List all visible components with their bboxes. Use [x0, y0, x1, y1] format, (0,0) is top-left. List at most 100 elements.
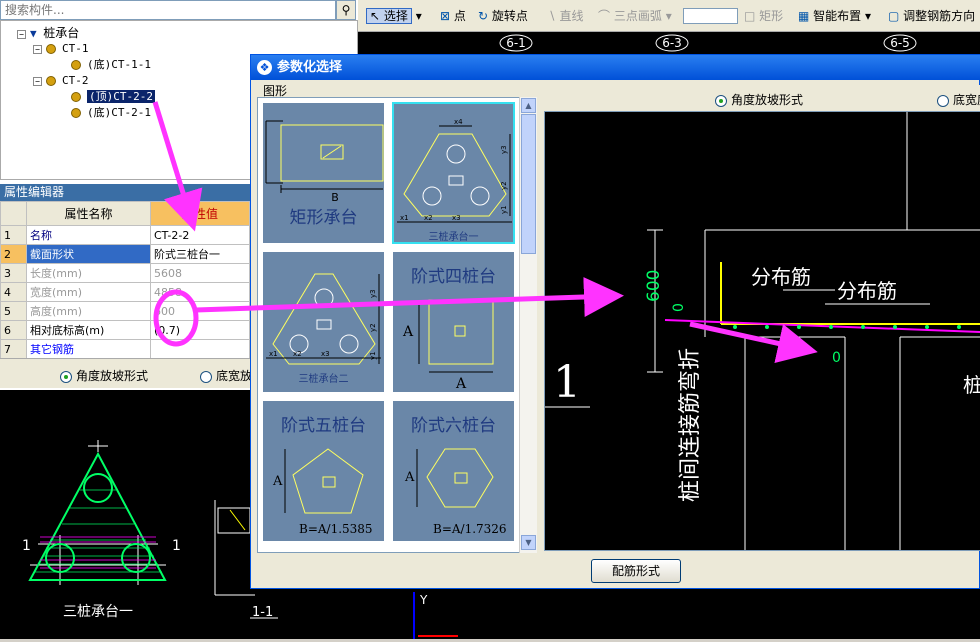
- option-angle-slope[interactable]: 角度放坡形式: [715, 91, 803, 108]
- table-row[interactable]: 2 截面形状 阶式三桩台一: [0, 244, 250, 264]
- arc-button[interactable]: ⌒ 三点画弧 ▾: [598, 7, 672, 25]
- ratio-formula: B=A/1.7326: [433, 522, 507, 536]
- property-value[interactable]: 5608: [150, 263, 250, 283]
- property-table: 属性名称 属性值 1 名称 CT-2-2 2 截面形状 阶式三桩台一 3 长度(mm) 56…: [0, 201, 250, 359]
- rotate-point-button[interactable]: ↻ 旋转点: [478, 7, 528, 25]
- drawing-toolbar: ↖ 选择 ▾ ⊠ 点 ↻ 旋转点 ∖ 直线 ⌒ 三点画弧 ▾ □ 矩形 ▦ 智能…: [358, 0, 980, 32]
- row-number-header: [0, 201, 27, 226]
- dim-y3: y3: [369, 289, 377, 298]
- three-pile-sketch-1: x4 x1 x2 x3 y1 y2 y3: [397, 118, 512, 223]
- tree-root[interactable]: − ▼ 桩承台: [17, 25, 79, 41]
- component-icon: [71, 60, 81, 70]
- search-input[interactable]: 搜索构件...: [0, 0, 336, 20]
- property-name: 相对底标高(m): [26, 320, 151, 340]
- component-icon: [46, 76, 56, 86]
- shape-card-three-pile-2[interactable]: x1 x2 x3 y1 y2 y3 三桩承台二: [262, 251, 385, 393]
- property-value[interactable]: CT-2-2: [150, 225, 250, 245]
- dim-a-side: A: [402, 324, 414, 340]
- option-bottom-width[interactable]: 底宽度: [937, 91, 980, 108]
- row-number: 4: [0, 282, 27, 302]
- table-row[interactable]: 5 高度(mm) 600: [0, 301, 250, 321]
- shape-card-step-four[interactable]: 阶式四桩台 A A: [392, 251, 515, 393]
- property-name: 高度(mm): [26, 301, 151, 321]
- property-value[interactable]: 4858: [150, 282, 250, 302]
- search-icon[interactable]: ⚲: [336, 0, 356, 20]
- dialog-title[interactable]: 参数化选择: [251, 55, 980, 80]
- scroll-thumb[interactable]: [521, 114, 536, 254]
- component-icon: [71, 108, 81, 118]
- tree-node-ct2[interactable]: − CT-2: [33, 73, 89, 89]
- shape-card-title: 三桩承台二: [298, 374, 349, 385]
- property-value[interactable]: 阶式三桩台一: [150, 244, 250, 264]
- axis-label-6-5: 6-5: [890, 36, 910, 50]
- collapse-icon[interactable]: −: [33, 76, 42, 86]
- adjust-rebar-button[interactable]: ▢ 调整钢筋方向: [888, 7, 975, 25]
- point-button[interactable]: ⊠ 点: [440, 7, 466, 25]
- table-row[interactable]: 6 相对底标高(m) (0.7): [0, 320, 250, 340]
- collapse-icon[interactable]: −: [33, 44, 42, 54]
- radio-icon: [937, 94, 949, 107]
- property-value[interactable]: (0.7): [150, 320, 250, 340]
- svg-text:Y: Y: [419, 593, 428, 607]
- adjust-label: 调整钢筋方向: [903, 9, 976, 23]
- tree-node-label: (底)CT-2-1: [87, 106, 151, 119]
- smart-layout-button[interactable]: ▦ 智能布置 ▾: [798, 7, 871, 25]
- dim-y1: y1: [369, 351, 377, 360]
- style-combo[interactable]: [683, 8, 738, 24]
- shape-card-step-five[interactable]: 阶式五桩台 A B=A/1.5385: [262, 400, 385, 542]
- line-button[interactable]: ∖ 直线: [548, 7, 583, 25]
- dim-x2: x2: [293, 350, 302, 358]
- table-row[interactable]: 4 宽度(mm) 4858: [0, 282, 250, 302]
- select-label: 选择: [383, 9, 408, 23]
- collapse-icon[interactable]: −: [17, 29, 26, 39]
- radio-checked-icon: [715, 94, 727, 107]
- line-label: 直线: [559, 9, 584, 23]
- shape-card-three-pile-1[interactable]: x4 x1 x2 x3 y1 y2 y3 三桩承台一: [392, 102, 515, 244]
- tree-node-label: (顶)CT-2-2: [87, 90, 155, 103]
- property-name-header: 属性名称: [26, 201, 151, 226]
- property-value[interactable]: [150, 339, 250, 359]
- point-icon: ⊠: [440, 9, 451, 23]
- gallery-scrollbar[interactable]: ▲ ▼: [519, 97, 537, 553]
- zero-mark-2: 0: [832, 350, 841, 366]
- shape-card-step-six[interactable]: 阶式六桩台 A B=A/1.7326: [392, 400, 515, 542]
- table-row[interactable]: 7 其它钢筋: [0, 339, 250, 359]
- scroll-down-icon[interactable]: ▼: [521, 535, 536, 550]
- option-label: 底宽放: [216, 369, 253, 383]
- zero-mark-1: 0: [671, 303, 687, 312]
- row-number: 5: [0, 301, 27, 321]
- point-label: 点: [453, 9, 466, 23]
- tree-node-ct1[interactable]: − CT-1: [33, 41, 89, 57]
- shape-card-rect[interactable]: B 矩形承台: [262, 102, 385, 244]
- property-name: 其它钢筋: [26, 339, 151, 359]
- row-number: 3: [0, 263, 27, 283]
- tree-node-ct2-2[interactable]: (顶)CT-2-2: [71, 89, 155, 105]
- tree-node-label: CT-1: [62, 42, 89, 55]
- component-icon: [46, 44, 56, 54]
- rebar-form-button[interactable]: 配筋形式: [591, 559, 681, 583]
- rect-label: 矩形: [759, 9, 784, 23]
- property-name: 名称: [26, 225, 151, 245]
- tree-node-ct1-1[interactable]: (底)CT-1-1: [71, 57, 151, 73]
- table-row[interactable]: 3 长度(mm) 5608: [0, 263, 250, 283]
- scroll-up-icon[interactable]: ▲: [521, 98, 536, 113]
- select-button[interactable]: ↖ 选择 ▾: [366, 7, 422, 25]
- rotate-point-label: 旋转点: [491, 9, 528, 23]
- grid-icon: ▦: [798, 9, 810, 23]
- vertical-rebar-text: 桩间连接筋弯折: [678, 348, 703, 502]
- rotate-icon: ↻: [478, 9, 489, 23]
- shape-card-title: 三桩承台一: [428, 232, 479, 243]
- table-row[interactable]: 1 名称 CT-2-2: [0, 225, 250, 245]
- rebar-label-1: 分布筋: [751, 265, 811, 289]
- axis-label-6-1: 6-1: [506, 36, 526, 50]
- dim-y3: y3: [500, 145, 508, 154]
- property-value[interactable]: 600: [150, 301, 250, 321]
- left-option-angle[interactable]: 角度放坡形式: [60, 367, 148, 384]
- property-name: 宽度(mm): [26, 282, 151, 302]
- tree-node-ct2-1[interactable]: (底)CT-2-1: [71, 105, 151, 121]
- adjust-icon: ▢: [888, 9, 900, 23]
- dropdown-arrow-icon: ▾: [665, 9, 672, 23]
- left-option-width[interactable]: 底宽放: [200, 367, 252, 384]
- section-mark-right: 1: [172, 538, 181, 554]
- rect-button[interactable]: □ 矩形: [744, 7, 783, 25]
